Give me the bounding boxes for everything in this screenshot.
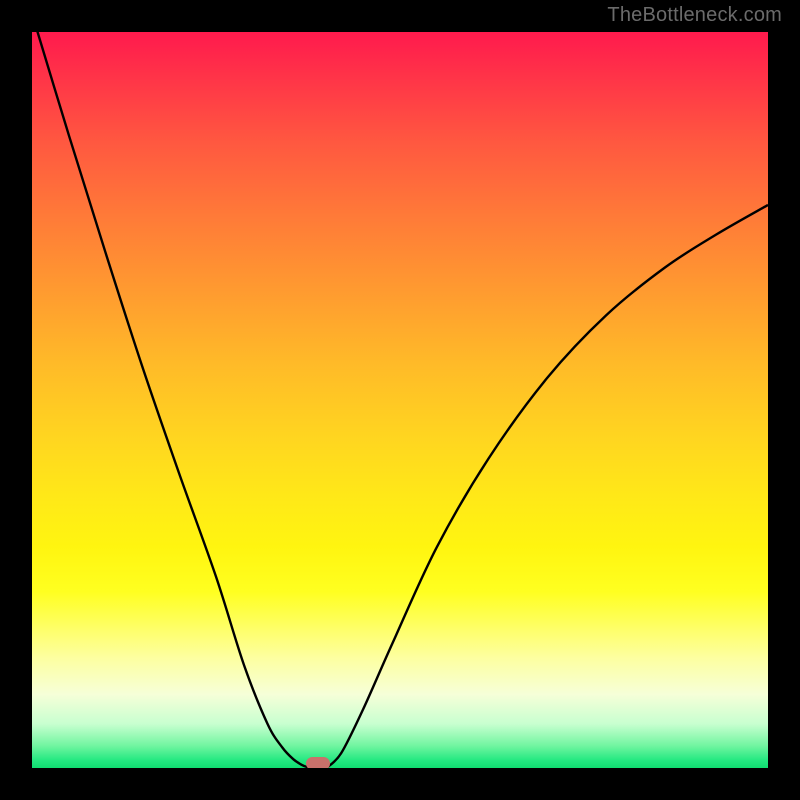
chart-frame: TheBottleneck.com <box>0 0 800 800</box>
watermark-text: TheBottleneck.com <box>607 4 782 27</box>
bottleneck-curve <box>32 32 768 768</box>
curve-left-branch <box>32 32 312 768</box>
bottleneck-marker <box>306 757 330 768</box>
curve-right-branch <box>326 205 768 768</box>
plot-area <box>32 32 768 768</box>
